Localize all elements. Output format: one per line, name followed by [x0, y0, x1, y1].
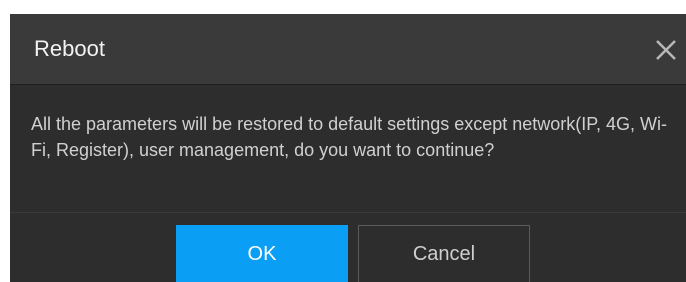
dialog-header: Reboot [10, 14, 686, 85]
reboot-dialog: Reboot All the parameters will be restor… [10, 14, 686, 282]
dialog-title: Reboot [34, 36, 105, 61]
close-button[interactable] [652, 36, 680, 64]
dialog-footer: OK Cancel [10, 213, 686, 282]
dialog-body: All the parameters will be restored to d… [10, 85, 686, 213]
close-icon [656, 40, 676, 60]
ok-button[interactable]: OK [176, 225, 348, 282]
background-page [0, 0, 686, 14]
cancel-button[interactable]: Cancel [358, 225, 530, 282]
dialog-message: All the parameters will be restored to d… [31, 114, 667, 160]
